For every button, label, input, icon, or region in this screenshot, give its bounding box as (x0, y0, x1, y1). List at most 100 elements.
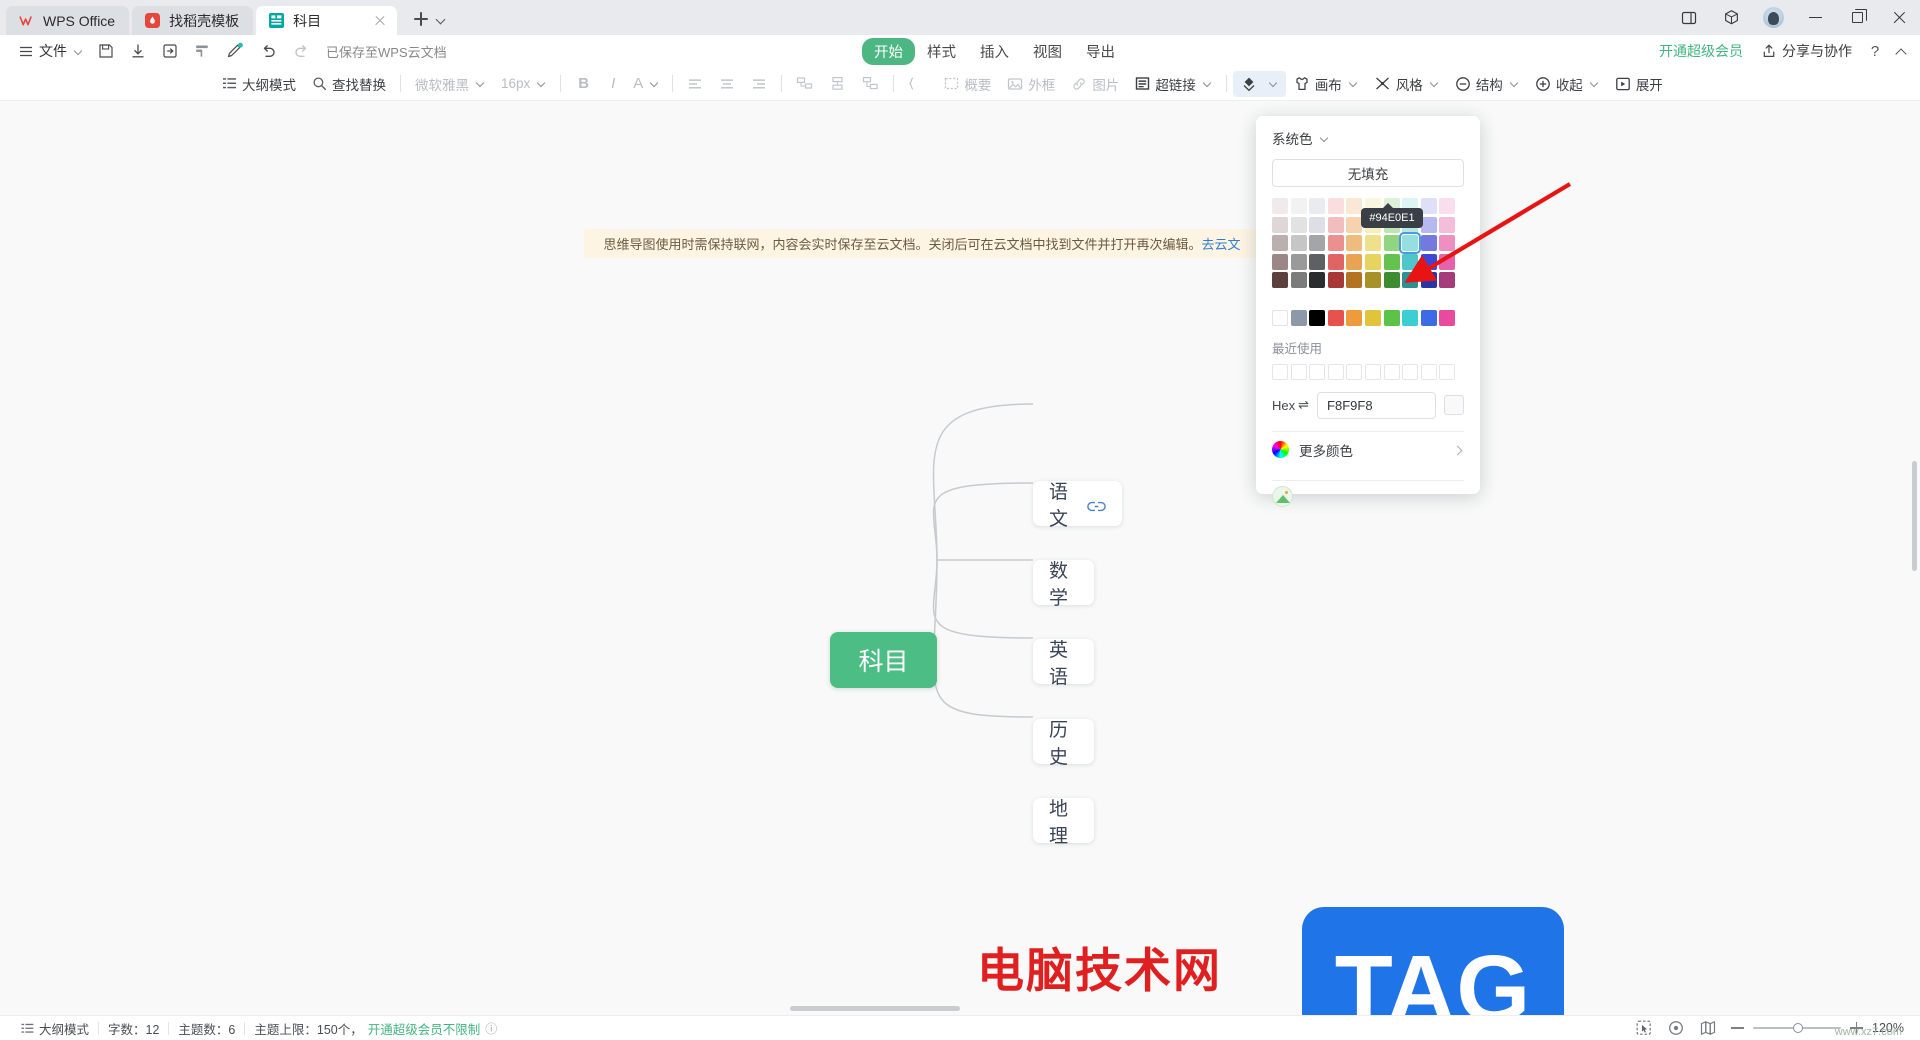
color-swatch[interactable] (1364, 235, 1381, 252)
toolbar-align-center[interactable] (711, 71, 743, 97)
format-icon[interactable] (186, 38, 218, 64)
color-swatch[interactable] (1383, 309, 1400, 326)
image-fill-icon[interactable] (1272, 485, 1293, 507)
chevron-up-icon[interactable] (1890, 40, 1912, 62)
recent-color-swatch[interactable] (1309, 363, 1326, 380)
color-swatch[interactable] (1364, 309, 1381, 326)
toolbar-insert-child-node[interactable] (821, 71, 854, 97)
vip-unlimited-link[interactable]: 开通超级会员不限制 (368, 1019, 481, 1038)
mindmap-node-lishi[interactable]: 历史 (1033, 719, 1094, 768)
vip-upgrade-link[interactable]: 开通超级会员 (1653, 41, 1749, 61)
color-swatch[interactable] (1272, 253, 1288, 270)
recent-color-swatch[interactable] (1420, 363, 1437, 380)
color-swatch[interactable] (1346, 272, 1363, 289)
maximize-button[interactable] (1836, 0, 1878, 35)
color-swatch[interactable] (1346, 253, 1363, 270)
color-swatch[interactable] (1420, 309, 1437, 326)
ribbon-tab-export[interactable]: 导出 (1074, 38, 1127, 65)
toolbar-italic[interactable]: I (600, 71, 626, 97)
toolbar-collapse[interactable]: 结构 (1447, 71, 1527, 97)
chevron-down-icon[interactable] (434, 12, 448, 26)
toolbar-align-left[interactable] (679, 71, 711, 97)
color-swatch[interactable] (1309, 272, 1326, 289)
toolbar-style[interactable]: 画布 (1286, 71, 1366, 97)
hyperlink-icon[interactable] (1087, 497, 1106, 512)
recent-color-swatch[interactable] (1272, 363, 1288, 380)
color-swatch[interactable] (1383, 253, 1400, 270)
toolbar-outer-frame[interactable]: 概要 (936, 71, 999, 97)
mindmap-node-yuwen[interactable]: 语文 (1033, 481, 1122, 530)
minimize-button[interactable] (1794, 0, 1836, 35)
minus-icon[interactable] (1731, 1027, 1744, 1029)
toolbar-font-size[interactable]: 16px (493, 71, 554, 97)
color-swatch[interactable] (1439, 235, 1456, 252)
question-mark-icon[interactable]: ? (1864, 40, 1886, 62)
color-swatch[interactable] (1327, 272, 1344, 289)
color-swatch[interactable] (1290, 216, 1307, 233)
toolbar-structure[interactable]: 风格 (1366, 71, 1447, 97)
toolbar-bold[interactable]: B (567, 71, 600, 97)
mindmap-node-shuxue[interactable]: 数学 (1033, 560, 1094, 609)
redo-icon[interactable] (285, 38, 318, 64)
color-swatch[interactable] (1327, 216, 1344, 233)
tab-docer-template[interactable]: 找稻壳模板 (132, 6, 254, 35)
toolbar-align-right[interactable] (743, 71, 775, 97)
toolbar-font-color[interactable]: A (626, 71, 666, 97)
color-swatch[interactable] (1272, 272, 1288, 289)
more-colors-row[interactable]: 更多颜色 (1272, 432, 1464, 468)
color-swatch[interactable] (1399, 232, 1422, 255)
horizontal-scrollbar[interactable] (790, 1006, 960, 1011)
undo-icon[interactable] (252, 38, 285, 64)
color-swatch[interactable] (1290, 253, 1307, 270)
color-swatch[interactable] (1327, 235, 1344, 252)
color-swatch[interactable] (1309, 309, 1326, 326)
color-swatch[interactable] (1346, 309, 1363, 326)
color-swatch[interactable] (1327, 198, 1344, 214)
color-swatch[interactable] (1309, 198, 1326, 214)
color-swatch[interactable] (1402, 309, 1419, 326)
color-swatch[interactable] (1346, 235, 1363, 252)
color-swatch[interactable] (1327, 309, 1344, 326)
color-swatch[interactable] (1309, 235, 1326, 252)
focus-icon[interactable] (1667, 1019, 1685, 1037)
toolbar-insert-sibling-node[interactable] (788, 71, 821, 97)
panel-title-row[interactable]: 系统色 (1272, 128, 1464, 148)
cube-icon[interactable] (1710, 0, 1752, 35)
color-swatch[interactable] (1309, 216, 1326, 233)
color-swatch[interactable] (1439, 309, 1456, 326)
color-swatch[interactable] (1383, 272, 1400, 289)
status-outline-mode[interactable]: 大纲模式 (12, 1019, 98, 1038)
plus-icon[interactable] (410, 8, 432, 30)
color-swatch[interactable] (1327, 253, 1344, 270)
color-swatch[interactable] (1402, 272, 1419, 289)
toolbar-summary[interactable] (900, 71, 936, 97)
mindmap-node-dili[interactable]: 地理 (1033, 798, 1094, 847)
color-swatch[interactable] (1290, 309, 1307, 326)
recent-color-swatch[interactable] (1346, 363, 1363, 380)
color-swatch[interactable] (1272, 309, 1288, 326)
zoom-knob[interactable] (1793, 1023, 1803, 1033)
zoom-track[interactable] (1753, 1023, 1841, 1033)
toolbar-outline-mode[interactable]: 大纲模式 (214, 71, 304, 97)
color-swatch[interactable] (1420, 235, 1437, 252)
color-swatch[interactable] (1439, 253, 1456, 270)
toolbar-mindmap-ppt[interactable]: 展开 (1607, 71, 1671, 97)
question-circle-icon[interactable]: ⓘ (485, 1020, 497, 1037)
color-swatch[interactable] (1420, 272, 1437, 289)
color-swatch[interactable] (1272, 216, 1288, 233)
color-swatch[interactable] (1272, 198, 1288, 214)
color-swatch[interactable] (1346, 216, 1363, 233)
mindmap-node-yingyu[interactable]: 英语 (1033, 639, 1094, 688)
toolbar-hyperlink[interactable]: 图片 (1063, 71, 1127, 97)
vertical-scrollbar[interactable] (1912, 461, 1917, 571)
toolbar-insert-subnode[interactable] (854, 71, 887, 97)
color-swatch[interactable] (1420, 253, 1437, 270)
select-tool-icon[interactable] (1635, 1019, 1653, 1037)
color-swatch[interactable] (1290, 272, 1307, 289)
tab-wps-office[interactable]: WPS Office (6, 6, 130, 35)
toolbar-watermark[interactable]: 超链接 (1127, 71, 1220, 97)
color-swatch[interactable] (1439, 216, 1456, 233)
sidebar-toggle-icon[interactable] (1668, 0, 1710, 35)
recent-color-swatch[interactable] (1364, 363, 1381, 380)
color-swatch[interactable] (1346, 198, 1363, 214)
